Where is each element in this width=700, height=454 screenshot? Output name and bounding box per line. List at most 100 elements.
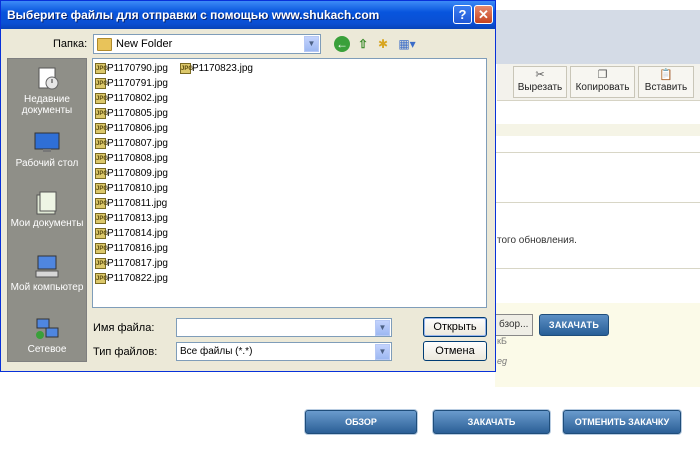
- copy-icon: ❐: [597, 69, 608, 81]
- filename-label: Имя файла:: [93, 322, 155, 334]
- jpg-file-icon: JPG: [95, 182, 108, 194]
- place-recent-label: Недавние документы: [21, 94, 73, 116]
- file-name: P1170814.jpg: [107, 228, 168, 239]
- file-item[interactable]: JPGP1170807.jpg: [95, 136, 168, 151]
- file-name: P1170807.jpg: [107, 138, 168, 149]
- file-name: P1170805.jpg: [107, 108, 168, 119]
- up-folder-icon[interactable]: ⇧: [355, 36, 371, 52]
- jpg-file-icon: JPG: [95, 257, 108, 269]
- file-name: P1170816.jpg: [107, 243, 168, 254]
- file-item[interactable]: JPGP1170790.jpg: [95, 61, 168, 76]
- place-my-documents-label: Мои документы: [10, 218, 84, 229]
- filename-input[interactable]: ▼: [176, 318, 392, 337]
- upload-small-button[interactable]: ЗАКАЧАТЬ: [539, 314, 609, 336]
- filetype-select[interactable]: Все файлы (*.*) ▼: [176, 342, 392, 361]
- file-item[interactable]: JPGP1170806.jpg: [95, 121, 168, 136]
- chevron-down-icon[interactable]: ▼: [375, 344, 390, 360]
- dialog-titlebar[interactable]: Выберите файлы для отправки с помощью ww…: [1, 1, 495, 29]
- bg-top-strip: [495, 0, 700, 10]
- my-computer-icon: [34, 255, 60, 279]
- file-name: P1170823.jpg: [192, 63, 253, 74]
- file-open-dialog: Выберите файлы для отправки с помощью ww…: [0, 0, 496, 372]
- cancel-upload-button[interactable]: ОТМЕНИТЬ ЗАКАЧКУ: [563, 410, 681, 434]
- close-button[interactable]: ✕: [474, 5, 493, 24]
- bg-divider-1: [495, 152, 700, 153]
- place-my-documents[interactable]: Мои документы: [8, 191, 86, 229]
- jpg-file-icon: JPG: [95, 107, 108, 119]
- file-item[interactable]: JPGP1170817.jpg: [95, 256, 168, 271]
- view-menu-icon[interactable]: ▦▾: [396, 36, 418, 52]
- desktop-icon: [34, 131, 60, 155]
- jpg-file-icon: JPG: [95, 197, 108, 209]
- file-item[interactable]: JPGP1170809.jpg: [95, 166, 168, 181]
- place-my-computer-label: Мой компьютер: [10, 282, 84, 293]
- dialog-title: Выберите файлы для отправки с помощью ww…: [7, 8, 380, 22]
- jpg-file-icon: JPG: [95, 122, 108, 134]
- jpg-file-icon: JPG: [95, 272, 108, 284]
- file-item[interactable]: JPGP1170813.jpg: [95, 211, 168, 226]
- jpg-file-icon: JPG: [180, 62, 193, 74]
- file-item[interactable]: JPGP1170791.jpg: [95, 76, 168, 91]
- jpg-file-icon: JPG: [95, 77, 108, 89]
- file-name: P1170809.jpg: [107, 168, 168, 179]
- bg-band-1: [495, 124, 700, 136]
- file-name: P1170791.jpg: [107, 78, 168, 89]
- file-item[interactable]: JPGP1170816.jpg: [95, 241, 168, 256]
- new-folder-icon[interactable]: ✱: [375, 36, 391, 52]
- file-item[interactable]: JPGP1170802.jpg: [95, 91, 168, 106]
- file-item[interactable]: JPGP1170814.jpg: [95, 226, 168, 241]
- place-network[interactable]: Сетевое: [8, 317, 86, 355]
- ext-partial: eg: [497, 356, 508, 366]
- close-icon: ✕: [478, 7, 489, 22]
- back-icon[interactable]: ←: [334, 36, 350, 52]
- bg-header: [495, 10, 700, 64]
- place-my-computer[interactable]: Мой компьютер: [8, 255, 86, 293]
- jpg-file-icon: JPG: [95, 242, 108, 254]
- look-in-value: New Folder: [116, 38, 173, 50]
- place-recent[interactable]: Недавние документы: [8, 67, 86, 116]
- place-network-label: Сетевое: [27, 344, 67, 355]
- file-name: P1170817.jpg: [107, 258, 168, 269]
- filetype-value: Все файлы (*.*): [180, 346, 253, 357]
- chevron-down-icon[interactable]: ▼: [375, 320, 390, 336]
- file-item[interactable]: JPGP1170822.jpg: [95, 271, 168, 286]
- browse-partial-button[interactable]: бзор...: [495, 314, 534, 336]
- file-name: P1170813.jpg: [107, 213, 168, 224]
- file-item[interactable]: JPGP1170808.jpg: [95, 151, 168, 166]
- open-button[interactable]: Открыть: [423, 317, 487, 337]
- jpg-file-icon: JPG: [95, 62, 108, 74]
- browse-button[interactable]: ОБЗОР: [305, 410, 417, 434]
- cancel-button[interactable]: Отмена: [423, 341, 487, 361]
- jpg-file-icon: JPG: [95, 92, 108, 104]
- chevron-down-icon[interactable]: ▼: [304, 36, 319, 52]
- file-item[interactable]: JPGP1170805.jpg: [95, 106, 168, 121]
- file-name: P1170806.jpg: [107, 123, 168, 134]
- places-bar: Недавние документы Рабочий стол Мои доку…: [7, 58, 87, 362]
- file-name: P1170802.jpg: [107, 93, 168, 104]
- file-item[interactable]: JPGP1170811.jpg: [95, 196, 167, 211]
- file-list[interactable]: JPGP1170790.jpg JPGP1170791.jpg JPGP117080…: [92, 58, 487, 308]
- cut-button[interactable]: ✂ Вырезать: [513, 66, 567, 98]
- paste-button[interactable]: 📋 Вставить: [638, 66, 694, 98]
- my-documents-icon: [34, 191, 60, 215]
- help-button[interactable]: ?: [453, 5, 472, 24]
- copy-button[interactable]: ❐ Копировать: [570, 66, 635, 98]
- jpg-file-icon: JPG: [95, 212, 108, 224]
- file-item[interactable]: JPGP1170810.jpg: [95, 181, 168, 196]
- upload-button[interactable]: ЗАКАЧАТЬ: [433, 410, 550, 434]
- file-name: P1170790.jpg: [107, 63, 168, 74]
- bg-toolbar: ✂ Вырезать ❐ Копировать 📋 Вставить: [497, 64, 700, 101]
- place-desktop[interactable]: Рабочий стол: [8, 131, 86, 169]
- folder-icon: [97, 38, 112, 51]
- jpg-file-icon: JPG: [95, 227, 108, 239]
- look-in-dropdown[interactable]: New Folder ▼: [93, 34, 321, 54]
- file-item[interactable]: JPGP1170823.jpg: [180, 61, 253, 76]
- bg-divider-3: [495, 268, 700, 269]
- jpg-file-icon: JPG: [95, 152, 108, 164]
- paste-label: Вставить: [644, 82, 688, 93]
- file-name: P1170810.jpg: [107, 183, 168, 194]
- look-in-label: Папка:: [53, 38, 88, 50]
- size-partial: кБ: [497, 336, 507, 346]
- place-desktop-label: Рабочий стол: [15, 158, 79, 169]
- clipboard-icon: 📋: [659, 69, 673, 81]
